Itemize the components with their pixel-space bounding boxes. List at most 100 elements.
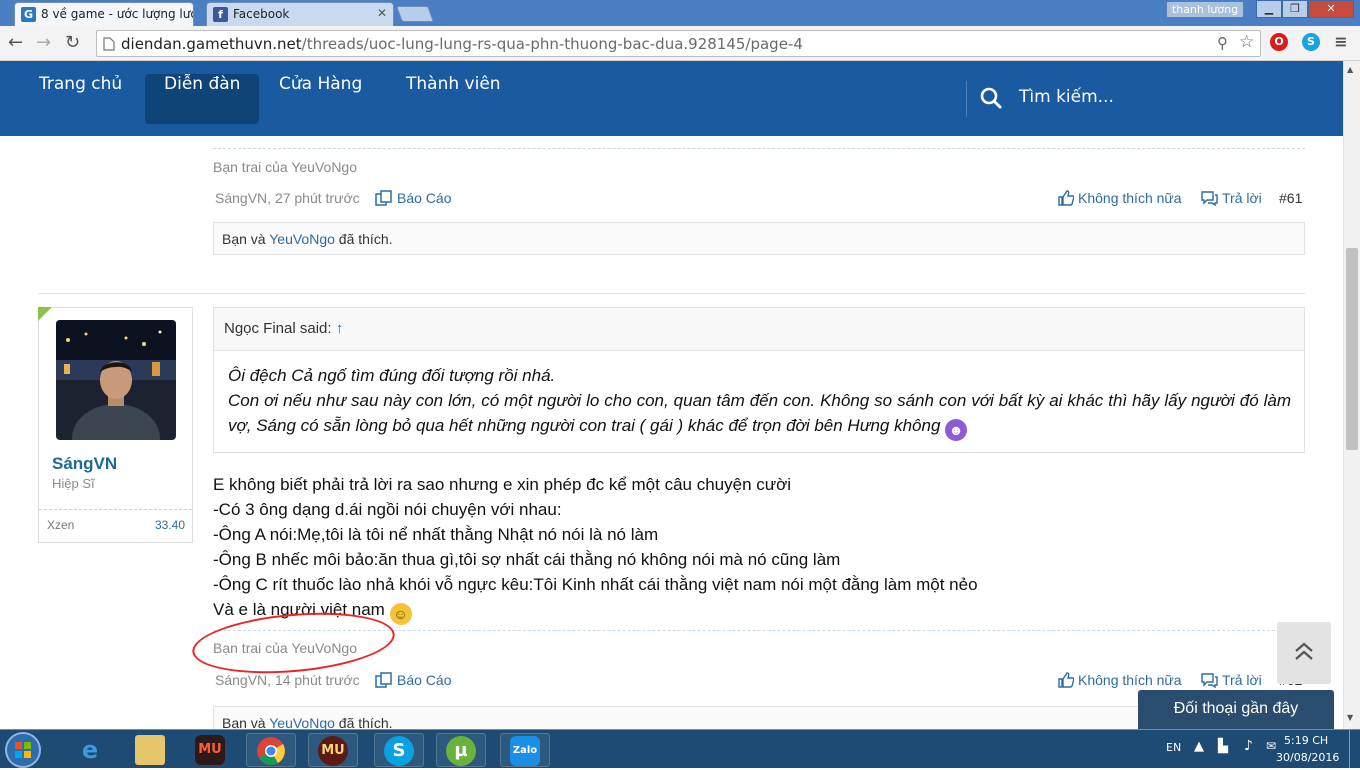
menu-icon[interactable]: ≡ xyxy=(1332,33,1350,51)
minimize-button[interactable]: ▁ xyxy=(1256,0,1282,18)
zoom-icon[interactable]: ⚲ xyxy=(1217,34,1228,52)
back-to-top-button[interactable] xyxy=(1277,622,1331,684)
taskbar-skype[interactable]: S xyxy=(374,733,424,767)
quote-jump-arrow-icon[interactable]: ↑ xyxy=(336,320,344,337)
scroll-down-arrow-icon[interactable]: ▼ xyxy=(1347,713,1353,722)
tab-gamethuvn[interactable]: G 8 về game - ước lượng lượ xyxy=(14,2,194,26)
online-indicator xyxy=(38,307,52,321)
quote-author: Ngọc Final said: xyxy=(224,320,332,337)
back-arrow-icon[interactable]: ← xyxy=(8,33,23,53)
forward-arrow-icon[interactable]: → xyxy=(36,33,51,53)
likes-user-link[interactable]: YeuVoNgo xyxy=(269,231,335,247)
browser-toolbar: ← → ↻ diendan.gamethuvn.net/threads/uoc-… xyxy=(0,26,1360,61)
post62-unlike-button[interactable]: Không thích nữa xyxy=(1058,672,1182,688)
window-close-button[interactable]: ✕ xyxy=(1308,0,1354,18)
taskbar-internet-explorer[interactable]: e xyxy=(66,733,116,767)
signature-divider xyxy=(213,148,1305,149)
taskbar-zalo[interactable]: Zalo xyxy=(500,733,550,767)
reply-label: Trả lời xyxy=(1222,190,1262,206)
nav-separator xyxy=(966,81,967,117)
post62-user-rank: Hiệp Sĩ xyxy=(52,476,95,491)
clock-date[interactable]: 30/08/2016 xyxy=(1276,751,1339,764)
post62-meta: SángVN, 14 phút trước xyxy=(215,672,360,688)
bookmark-star-icon[interactable]: ☆ xyxy=(1239,32,1254,52)
post61-meta: SángVN, 27 phút trước xyxy=(215,190,360,206)
maximize-button[interactable]: ❐ xyxy=(1282,0,1308,18)
quote-block: Ngọc Final said: ↑ Ôi đệch Cả ngố tìm đú… xyxy=(213,307,1305,453)
post61-number[interactable]: #61 xyxy=(1279,190,1302,206)
scroll-up-arrow-icon[interactable]: ▲ xyxy=(1347,65,1353,74)
post62-username[interactable]: SángVN xyxy=(52,454,117,474)
nav-shop[interactable]: Cửa Hàng xyxy=(260,74,381,124)
message-line: -Ông C rít thuốc lào nhả khói vỗ ngực kê… xyxy=(213,575,978,594)
windows-logo-icon xyxy=(15,742,31,758)
unlike-label: Không thích nữa xyxy=(1078,672,1182,688)
reply-icon xyxy=(1201,673,1218,688)
thread-content: Bạn trai của YeuVoNgo SángVN, 27 phút tr… xyxy=(0,136,1343,729)
grin-emoji-icon: ☺ xyxy=(389,603,412,625)
likes-suffix: đã thích. xyxy=(338,715,393,729)
likes-prefix: Bạn và xyxy=(222,715,266,729)
post62-reply-button[interactable]: Trả lời xyxy=(1200,672,1262,688)
chrome-icon xyxy=(257,737,285,765)
close-tab-icon[interactable]: ✕ xyxy=(377,6,387,20)
nav-forum[interactable]: Diễn đàn xyxy=(145,74,260,124)
taskbar-mu-online[interactable]: MU xyxy=(308,733,358,767)
site-navigation: Trang chủ Diễn đàn Cửa Hàng Thành viên xyxy=(0,61,1343,136)
taskbar-file-explorer[interactable] xyxy=(126,733,176,767)
likes-user-link[interactable]: YeuVoNgo xyxy=(269,715,335,729)
browser-tab-strip: G 8 về game - ước lượng lượ f Facebook ✕… xyxy=(0,0,1360,26)
search-label[interactable]: Tìm kiếm... xyxy=(1019,87,1114,107)
skype-extension-icon[interactable]: S xyxy=(1302,33,1320,51)
post62-report-button[interactable]: Báo Cáo xyxy=(375,672,451,688)
tab-title: 8 về game - ước lượng lượ xyxy=(41,7,194,21)
notification-icon[interactable]: ✉ xyxy=(1266,739,1276,753)
report-icon xyxy=(375,190,392,206)
profile-button[interactable]: thanh lương xyxy=(1166,1,1244,18)
opera-extension-icon[interactable]: O xyxy=(1270,33,1288,51)
scroll-thumb[interactable] xyxy=(1346,248,1358,450)
page-scrollbar[interactable]: ▲ ▼ xyxy=(1343,61,1360,729)
clock-time[interactable]: 5:19 CH xyxy=(1284,734,1328,747)
taskbar-mu-game[interactable]: MU xyxy=(186,733,236,767)
facebook-favicon-icon: f xyxy=(213,7,228,22)
report-icon xyxy=(375,672,392,688)
address-bar[interactable]: diendan.gamethuvn.net/threads/uoc-lung-l… xyxy=(96,30,1261,57)
language-indicator[interactable]: EN xyxy=(1166,741,1181,754)
show-desktop-button[interactable] xyxy=(1349,730,1360,768)
utorrent-icon: µ xyxy=(446,736,476,766)
taskbar-utorrent[interactable]: µ xyxy=(436,733,486,767)
windows-taskbar: e MU MU S µ Zalo EN ▲ ▙ ♪ ✉ 5:19 CH 30/0… xyxy=(0,729,1360,768)
post61-unlike-button[interactable]: Không thích nữa xyxy=(1058,190,1182,206)
post61-author[interactable]: SángVN xyxy=(215,190,267,206)
quote-line: Con ơi nếu như sau này con lớn, có một n… xyxy=(228,388,1291,441)
url-host: diendan.gamethuvn.net xyxy=(121,35,302,53)
avatar[interactable] xyxy=(56,320,176,440)
double-chevron-up-icon xyxy=(1295,642,1313,660)
network-icon[interactable]: ▙ xyxy=(1218,739,1228,754)
nav-members[interactable]: Thành viên xyxy=(387,74,520,124)
skype-icon: S xyxy=(384,736,414,766)
reload-icon[interactable]: ↻ xyxy=(65,33,80,53)
post61-likes-summary: Bạn và YeuVoNgo đã thích. xyxy=(213,222,1305,255)
tray-expand-icon[interactable]: ▲ xyxy=(1194,739,1204,754)
post62-time[interactable]: 14 phút trước xyxy=(275,672,360,688)
zalo-icon: Zalo xyxy=(510,736,540,766)
post61-report-button[interactable]: Báo Cáo xyxy=(375,190,451,206)
message-line: -Có 3 ông dạng d.ái ngồi nói chuyện với … xyxy=(213,500,562,519)
nav-home[interactable]: Trang chủ xyxy=(20,74,141,124)
search-icon[interactable] xyxy=(980,87,1002,109)
message-line: -Ông B nhếc môi bảo:ăn thua gì,tôi sợ nh… xyxy=(213,550,841,569)
quote-line: Ôi đệch Cả ngố tìm đúng đối tượng rồi nh… xyxy=(228,366,556,385)
start-button[interactable] xyxy=(5,732,41,768)
new-tab-button[interactable] xyxy=(396,6,434,22)
post61-reply-button[interactable]: Trả lời xyxy=(1200,190,1262,206)
post62-author[interactable]: SángVN xyxy=(215,672,267,688)
recent-conversations-bar[interactable]: Đối thoại gần đây xyxy=(1138,690,1334,729)
volume-icon[interactable]: ♪ xyxy=(1244,738,1253,754)
devil-emoji-icon: ☻ xyxy=(945,419,968,441)
reply-label: Trả lời xyxy=(1222,672,1262,688)
taskbar-chrome[interactable] xyxy=(246,733,296,767)
post61-time[interactable]: 27 phút trước xyxy=(275,190,360,206)
tab-facebook[interactable]: f Facebook ✕ xyxy=(206,2,394,26)
